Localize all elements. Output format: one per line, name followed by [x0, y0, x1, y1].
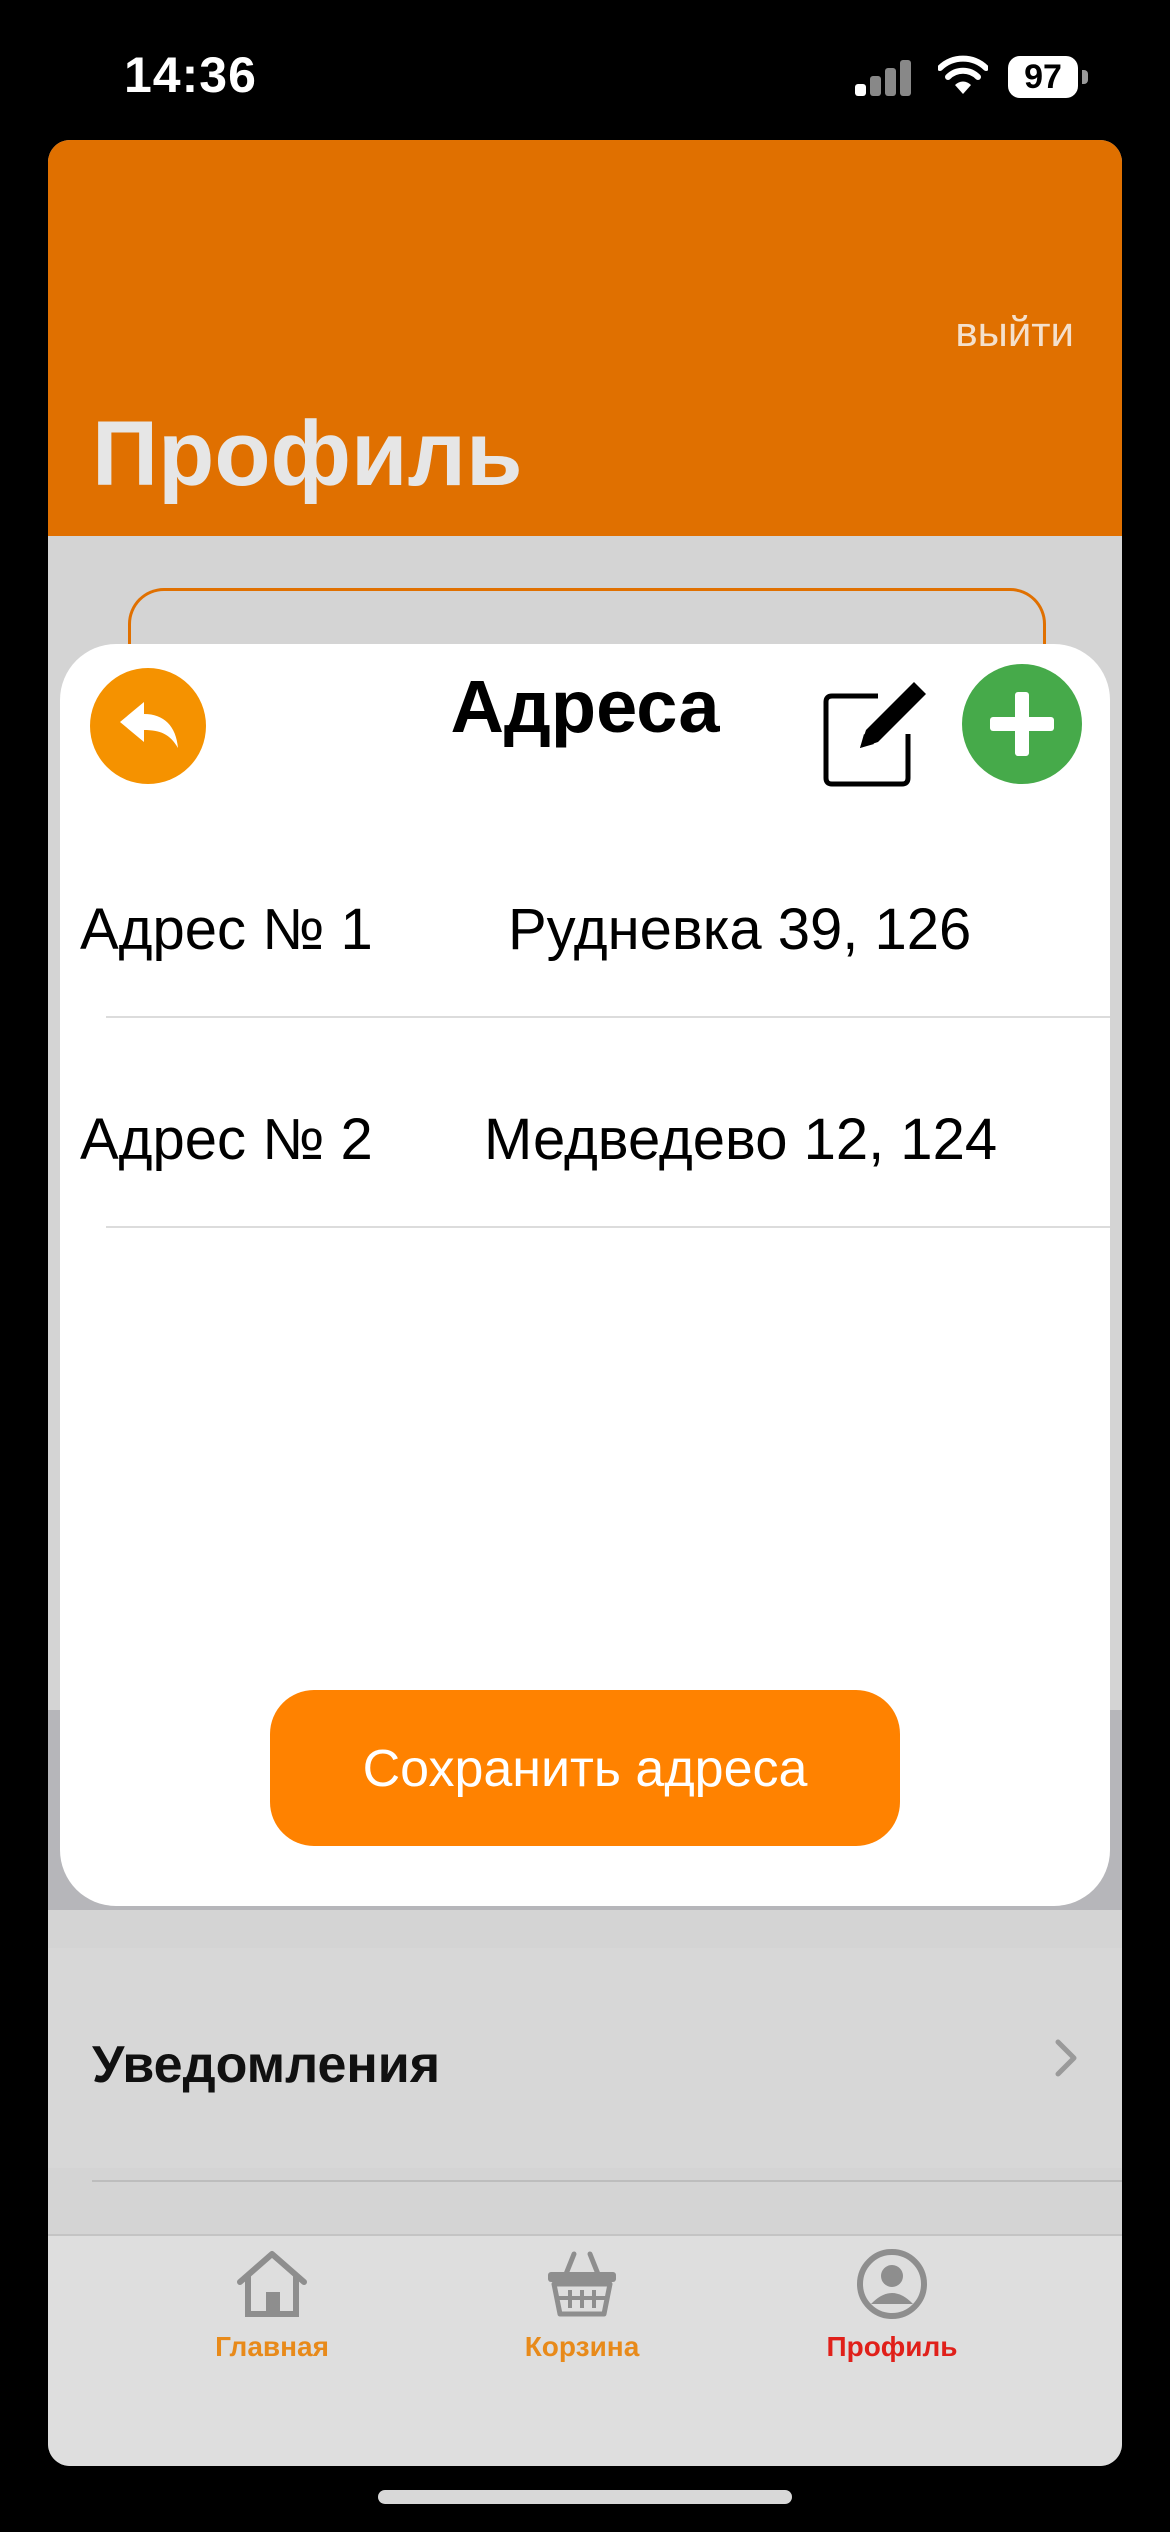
tab-home-label: Главная [215, 2331, 329, 2362]
address-label: Адрес № 1 [80, 897, 373, 962]
basket-icon [548, 2251, 616, 2317]
chevron-right-icon [1052, 2028, 1082, 2088]
edit-icon [823, 682, 926, 787]
add-address-button[interactable] [962, 664, 1082, 784]
divider [92, 2180, 1122, 2182]
status-time: 14:36 [124, 47, 257, 103]
page-title: Профиль [92, 403, 523, 505]
profile-header: выйти Профиль [48, 140, 1122, 536]
profile-icon [857, 2249, 927, 2319]
tab-profile-label: Профиль [826, 2331, 958, 2362]
tab-home[interactable]: Главная [122, 2234, 422, 2394]
save-addresses-button[interactable]: Сохранить адреса [270, 1690, 900, 1846]
modal-title: Адреса [450, 665, 720, 748]
cellular-signal-icon [855, 58, 915, 96]
divider [106, 1226, 1110, 1228]
notifications-label: Уведомления [92, 2036, 441, 2094]
wifi-icon [937, 54, 989, 96]
tab-cart-label: Корзина [524, 2331, 640, 2362]
tab-cart[interactable]: Корзина [432, 2234, 732, 2394]
address-value: Рудневка 39, 126 [508, 897, 972, 962]
home-icon [237, 2251, 307, 2317]
logout-button[interactable]: выйти [955, 308, 1074, 356]
battery-indicator: 97 [1008, 56, 1088, 98]
battery-level: 97 [1008, 56, 1078, 98]
plus-icon [990, 692, 1054, 756]
edit-button[interactable] [816, 668, 936, 788]
home-indicator[interactable] [378, 2490, 792, 2504]
address-label: Адрес № 2 [80, 1107, 373, 1172]
addresses-modal: Адреса Адрес № 1 Рудневка 39, 126 Адрес … [60, 644, 1110, 1906]
divider [106, 1016, 1110, 1018]
address-value: Медведево 12, 124 [484, 1107, 998, 1172]
tab-profile[interactable]: Профиль [742, 2234, 1042, 2394]
